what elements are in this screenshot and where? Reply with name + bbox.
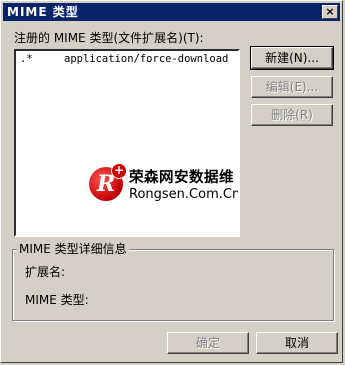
mime-details-group: MIME 类型详细信息 扩展名: MIME 类型: bbox=[12, 242, 334, 321]
close-icon: × bbox=[325, 5, 335, 18]
watermark-logo: R + 荣森网安数据维 Rongsen.Com.Cn bbox=[85, 163, 240, 207]
list-item-extension: .* bbox=[20, 53, 33, 65]
logo-plus-icon: + bbox=[111, 163, 127, 179]
cancel-button[interactable]: 取消 bbox=[256, 332, 338, 354]
extension-label: 扩展名: bbox=[25, 265, 66, 279]
delete-button[interactable]: 删除(R) bbox=[251, 104, 333, 126]
ok-button[interactable]: 确定 bbox=[167, 332, 249, 354]
registered-types-label: 注册的 MIME 类型(文件扩展名)(T): bbox=[14, 31, 204, 45]
list-item[interactable]: .* application/force-download bbox=[16, 52, 238, 66]
mime-types-dialog: MIME 类型 × 注册的 MIME 类型(文件扩展名)(T): .* appl… bbox=[0, 0, 343, 363]
watermark-name-cn: 荣森网安数据维 bbox=[129, 170, 234, 186]
mime-type-list[interactable]: .* application/force-download R + 荣森网安数据… bbox=[14, 49, 240, 237]
new-button[interactable]: 新建(N)... bbox=[250, 46, 334, 70]
window-title: MIME 类型 bbox=[7, 5, 79, 19]
mime-type-label: MIME 类型: bbox=[25, 293, 89, 307]
list-item-mime-type: application/force-download bbox=[64, 53, 229, 65]
title-bar[interactable]: MIME 类型 × bbox=[3, 3, 340, 21]
details-legend: MIME 类型详细信息 bbox=[17, 242, 129, 256]
watermark-name-en: Rongsen.Com.Cn bbox=[129, 187, 240, 202]
close-button[interactable]: × bbox=[322, 5, 338, 19]
edit-button[interactable]: 编辑(E)... bbox=[251, 76, 333, 98]
